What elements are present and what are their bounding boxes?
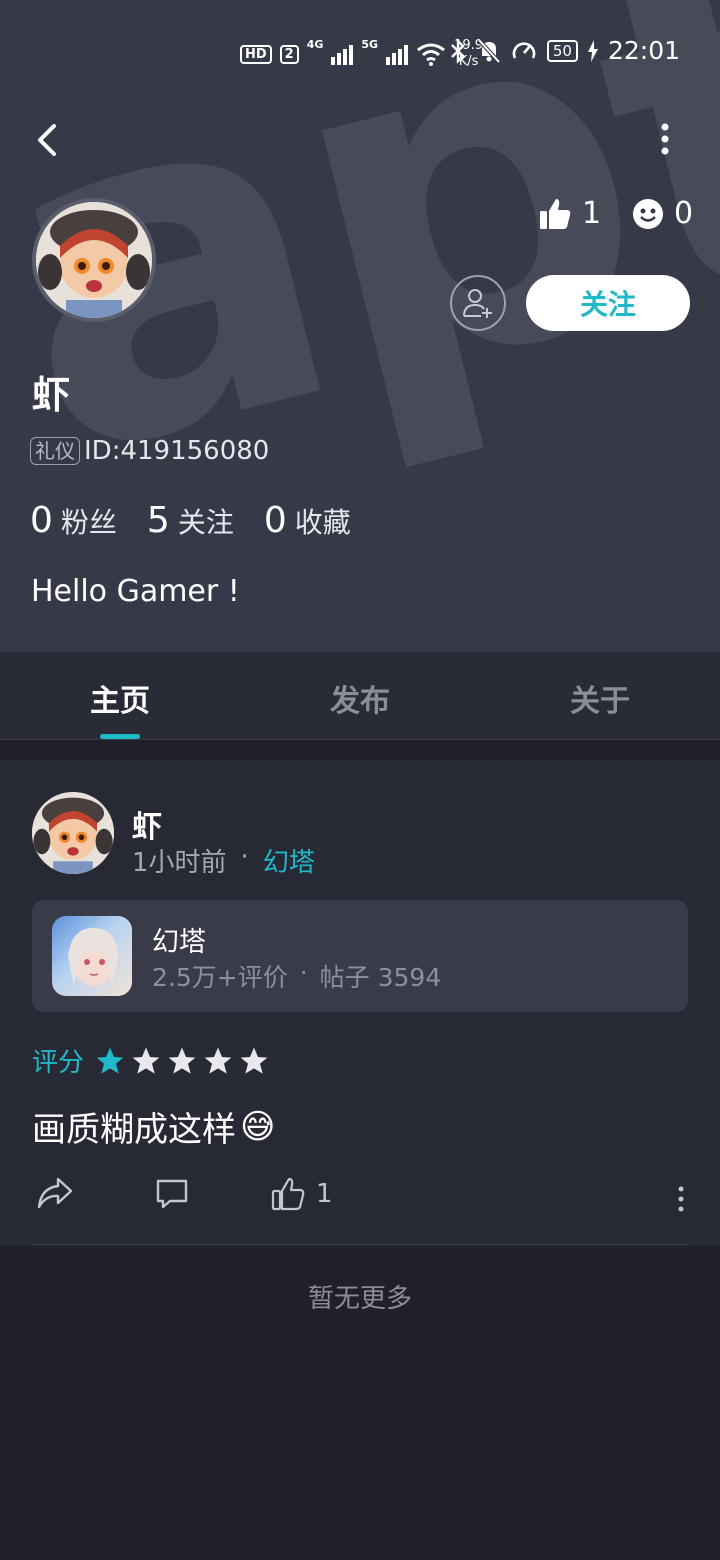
smiley-icon [633, 198, 663, 229]
post-author-avatar[interactable] [32, 792, 114, 874]
profile-username: 虾 [32, 373, 71, 417]
speedometer-icon [512, 41, 536, 59]
comment-button[interactable] [154, 1176, 190, 1212]
tab-about[interactable]: 关于 [480, 676, 720, 720]
post-like-count: 1 [316, 1179, 333, 1209]
rating-label: 评分 [32, 1048, 85, 1078]
profile-id: ID:419156080 [84, 436, 270, 466]
charging-icon [587, 39, 598, 62]
status-bar: HD 2 4G 5G 19.9 K/s 50 22:01 [0, 30, 720, 78]
post-actions: 1 [0, 1170, 720, 1220]
profile-counts: 0 粉丝 5 关注 0 收藏 [30, 500, 351, 541]
favorites-stat[interactable]: 0 收藏 [264, 500, 351, 541]
star-icon-filled [96, 1047, 124, 1074]
game-card[interactable]: 幻塔 2.5万+评价 · 帖子 3594 [32, 900, 688, 1012]
wifi-icon [417, 43, 446, 66]
profile-tabs: 主页 发布 关于 [0, 652, 720, 740]
game-cover-illustration [68, 927, 118, 986]
following-count: 5 [146, 500, 170, 541]
thumbs-up-outline-icon [271, 1177, 305, 1211]
fans-label: 粉丝 [60, 506, 117, 539]
signal-icon [331, 43, 354, 65]
avatar-illustration [32, 792, 114, 874]
avatar-illustration [36, 202, 152, 318]
meta-separator: · [240, 842, 249, 872]
profile-avatar[interactable] [32, 198, 156, 322]
stats-separator: · [299, 958, 308, 987]
add-friend-button[interactable] [450, 275, 506, 331]
post-game-link[interactable]: 幻塔 [263, 842, 315, 879]
profile-header: apta HD 2 4G 5G 19.9 K/s 50 22:01 1 0 关注… [0, 0, 720, 652]
favorites-label: 收藏 [294, 506, 351, 539]
hd-indicator: HD [240, 44, 272, 64]
profile-likes[interactable]: 1 [538, 196, 601, 231]
battery-icon: 50 [546, 39, 578, 62]
network-label-2: 5G [361, 38, 379, 51]
star-icon-empty [204, 1047, 232, 1074]
signal-icon [386, 43, 409, 65]
share-icon [37, 1177, 73, 1209]
game-title: 幻塔 [152, 927, 206, 958]
game-icon [52, 916, 132, 996]
post-time: 1小时前 [132, 848, 227, 878]
thumbs-up-icon [540, 198, 571, 229]
tab-home[interactable]: 主页 [0, 676, 240, 720]
share-button[interactable] [36, 1176, 74, 1210]
post-like-button[interactable]: 1 [270, 1176, 333, 1212]
bluetooth-icon [451, 37, 465, 64]
game-stats: 2.5万+评价 · 帖子 3594 [152, 958, 441, 994]
star-icon-empty [132, 1047, 160, 1074]
post-rating: 评分 [32, 1042, 270, 1079]
profile-id-row: 礼仪 ID:419156080 [30, 436, 269, 466]
feed-divider [32, 1244, 688, 1245]
post-card[interactable]: 虾 1小时前 · 幻塔 幻塔 2.5万+评价 · 帖子 3594 评分 画质糊成… [0, 760, 720, 1246]
likes-count: 1 [582, 196, 602, 231]
post-meta: 1小时前 · 幻塔 [132, 842, 315, 879]
following-label: 关注 [177, 506, 234, 539]
post-author-name[interactable]: 虾 [132, 802, 162, 846]
profile-bio: Hello Gamer ! [31, 574, 240, 609]
following-stat[interactable]: 5 关注 [147, 500, 234, 541]
game-posts: 帖子 3594 [319, 963, 442, 992]
back-icon[interactable] [28, 120, 68, 160]
game-reviews: 2.5万+评价 [152, 963, 288, 992]
sim-indicator: 2 [279, 44, 299, 64]
post-content: 画质糊成这样 😅 [32, 1102, 275, 1151]
comment-icon [156, 1179, 188, 1209]
network-label-1: 4G [306, 38, 324, 51]
more-vertical-icon[interactable] [650, 122, 680, 158]
etiquette-badge[interactable]: 礼仪 [30, 437, 80, 465]
active-tab-indicator [100, 734, 140, 739]
no-more-text: 暂无更多 [307, 1284, 412, 1314]
star-icon-empty [240, 1047, 268, 1074]
star-icon-empty [168, 1047, 196, 1074]
profile-reactions[interactable]: 0 [632, 196, 693, 231]
post-more-icon[interactable] [672, 1184, 690, 1214]
clock: 22:01 [607, 36, 680, 65]
follow-button[interactable]: 关注 [526, 275, 690, 331]
fans-stat[interactable]: 0 粉丝 [30, 500, 117, 541]
sweat-smile-emoji: 😅 [240, 1106, 276, 1147]
post-text: 画质糊成这样 [32, 1110, 236, 1150]
reactions-count: 0 [674, 196, 694, 231]
favorites-count: 0 [263, 500, 287, 541]
add-user-icon [463, 289, 492, 318]
tab-posts[interactable]: 发布 [240, 676, 480, 720]
fans-count: 0 [30, 500, 53, 541]
mute-bell-icon [477, 38, 501, 63]
